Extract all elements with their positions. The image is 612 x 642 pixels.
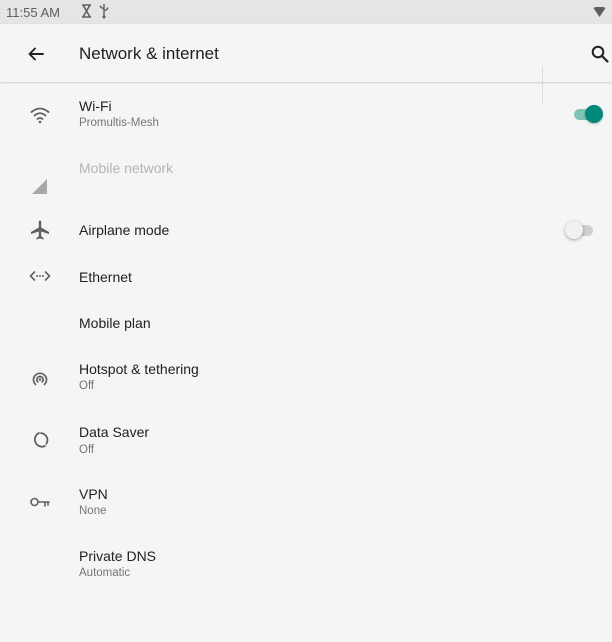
back-arrow-icon[interactable]	[24, 42, 48, 66]
wifi-setting-row[interactable]: Wi-Fi Promultis-Mesh	[0, 84, 612, 144]
private-dns-status: Automatic	[79, 567, 131, 579]
vpn-title: VPN	[79, 486, 108, 502]
airplane-mode-toggle[interactable]	[565, 221, 597, 239]
airplane-icon	[28, 218, 52, 242]
wifi-title: Wi-Fi	[79, 98, 112, 114]
hotspot-title: Hotspot & tethering	[79, 361, 199, 377]
ethernet-setting-row[interactable]: Ethernet	[0, 254, 612, 298]
ethernet-title: Ethernet	[79, 269, 132, 285]
mobile-plan-title: Mobile plan	[79, 315, 151, 331]
wifi-network-name: Promultis-Mesh	[79, 117, 159, 129]
wifi-toggle[interactable]	[572, 105, 604, 123]
ethernet-icon	[28, 264, 52, 288]
wifi-toggle-thumb	[585, 105, 603, 123]
status-time: 11:55 AM	[6, 5, 60, 20]
data-saver-status: Off	[79, 444, 95, 456]
mobile-plan-setting-row[interactable]: Mobile plan	[0, 300, 612, 344]
private-dns-setting-row[interactable]: Private DNS Automatic	[0, 538, 612, 594]
private-dns-title: Private DNS	[79, 548, 157, 564]
hourglass-icon	[80, 3, 93, 22]
data-saver-setting-row[interactable]: Data Saver Off	[0, 414, 612, 470]
vpn-status: None	[79, 505, 107, 517]
signal-icon	[593, 6, 606, 21]
settings-screen: 11:55 AM Network & internet Wi-Fi Promul…	[0, 0, 612, 642]
search-icon[interactable]	[590, 44, 610, 64]
status-bar: 11:55 AM	[0, 0, 612, 24]
usb-icon	[98, 3, 110, 22]
airplane-toggle-thumb	[565, 221, 583, 239]
hotspot-status: Off	[79, 380, 95, 392]
hotspot-setting-row[interactable]: Hotspot & tethering Off	[0, 350, 612, 406]
airplane-mode-title: Airplane mode	[79, 222, 170, 238]
airplane-mode-setting-row[interactable]: Airplane mode	[0, 208, 612, 252]
wifi-icon	[28, 103, 52, 127]
data-saver-icon	[28, 428, 52, 452]
mobile-network-title: Mobile network	[79, 160, 174, 176]
hotspot-icon	[28, 367, 52, 391]
page-title: Network & internet	[79, 44, 219, 63]
app-bar: Network & internet	[0, 24, 612, 82]
wifi-divider	[542, 66, 543, 103]
data-saver-title: Data Saver	[79, 424, 150, 440]
mobile-network-setting-row[interactable]: Mobile network	[0, 148, 612, 204]
cellular-signal-icon	[28, 175, 52, 199]
vpn-setting-row[interactable]: VPN None	[0, 476, 612, 532]
vpn-key-icon	[28, 490, 52, 514]
